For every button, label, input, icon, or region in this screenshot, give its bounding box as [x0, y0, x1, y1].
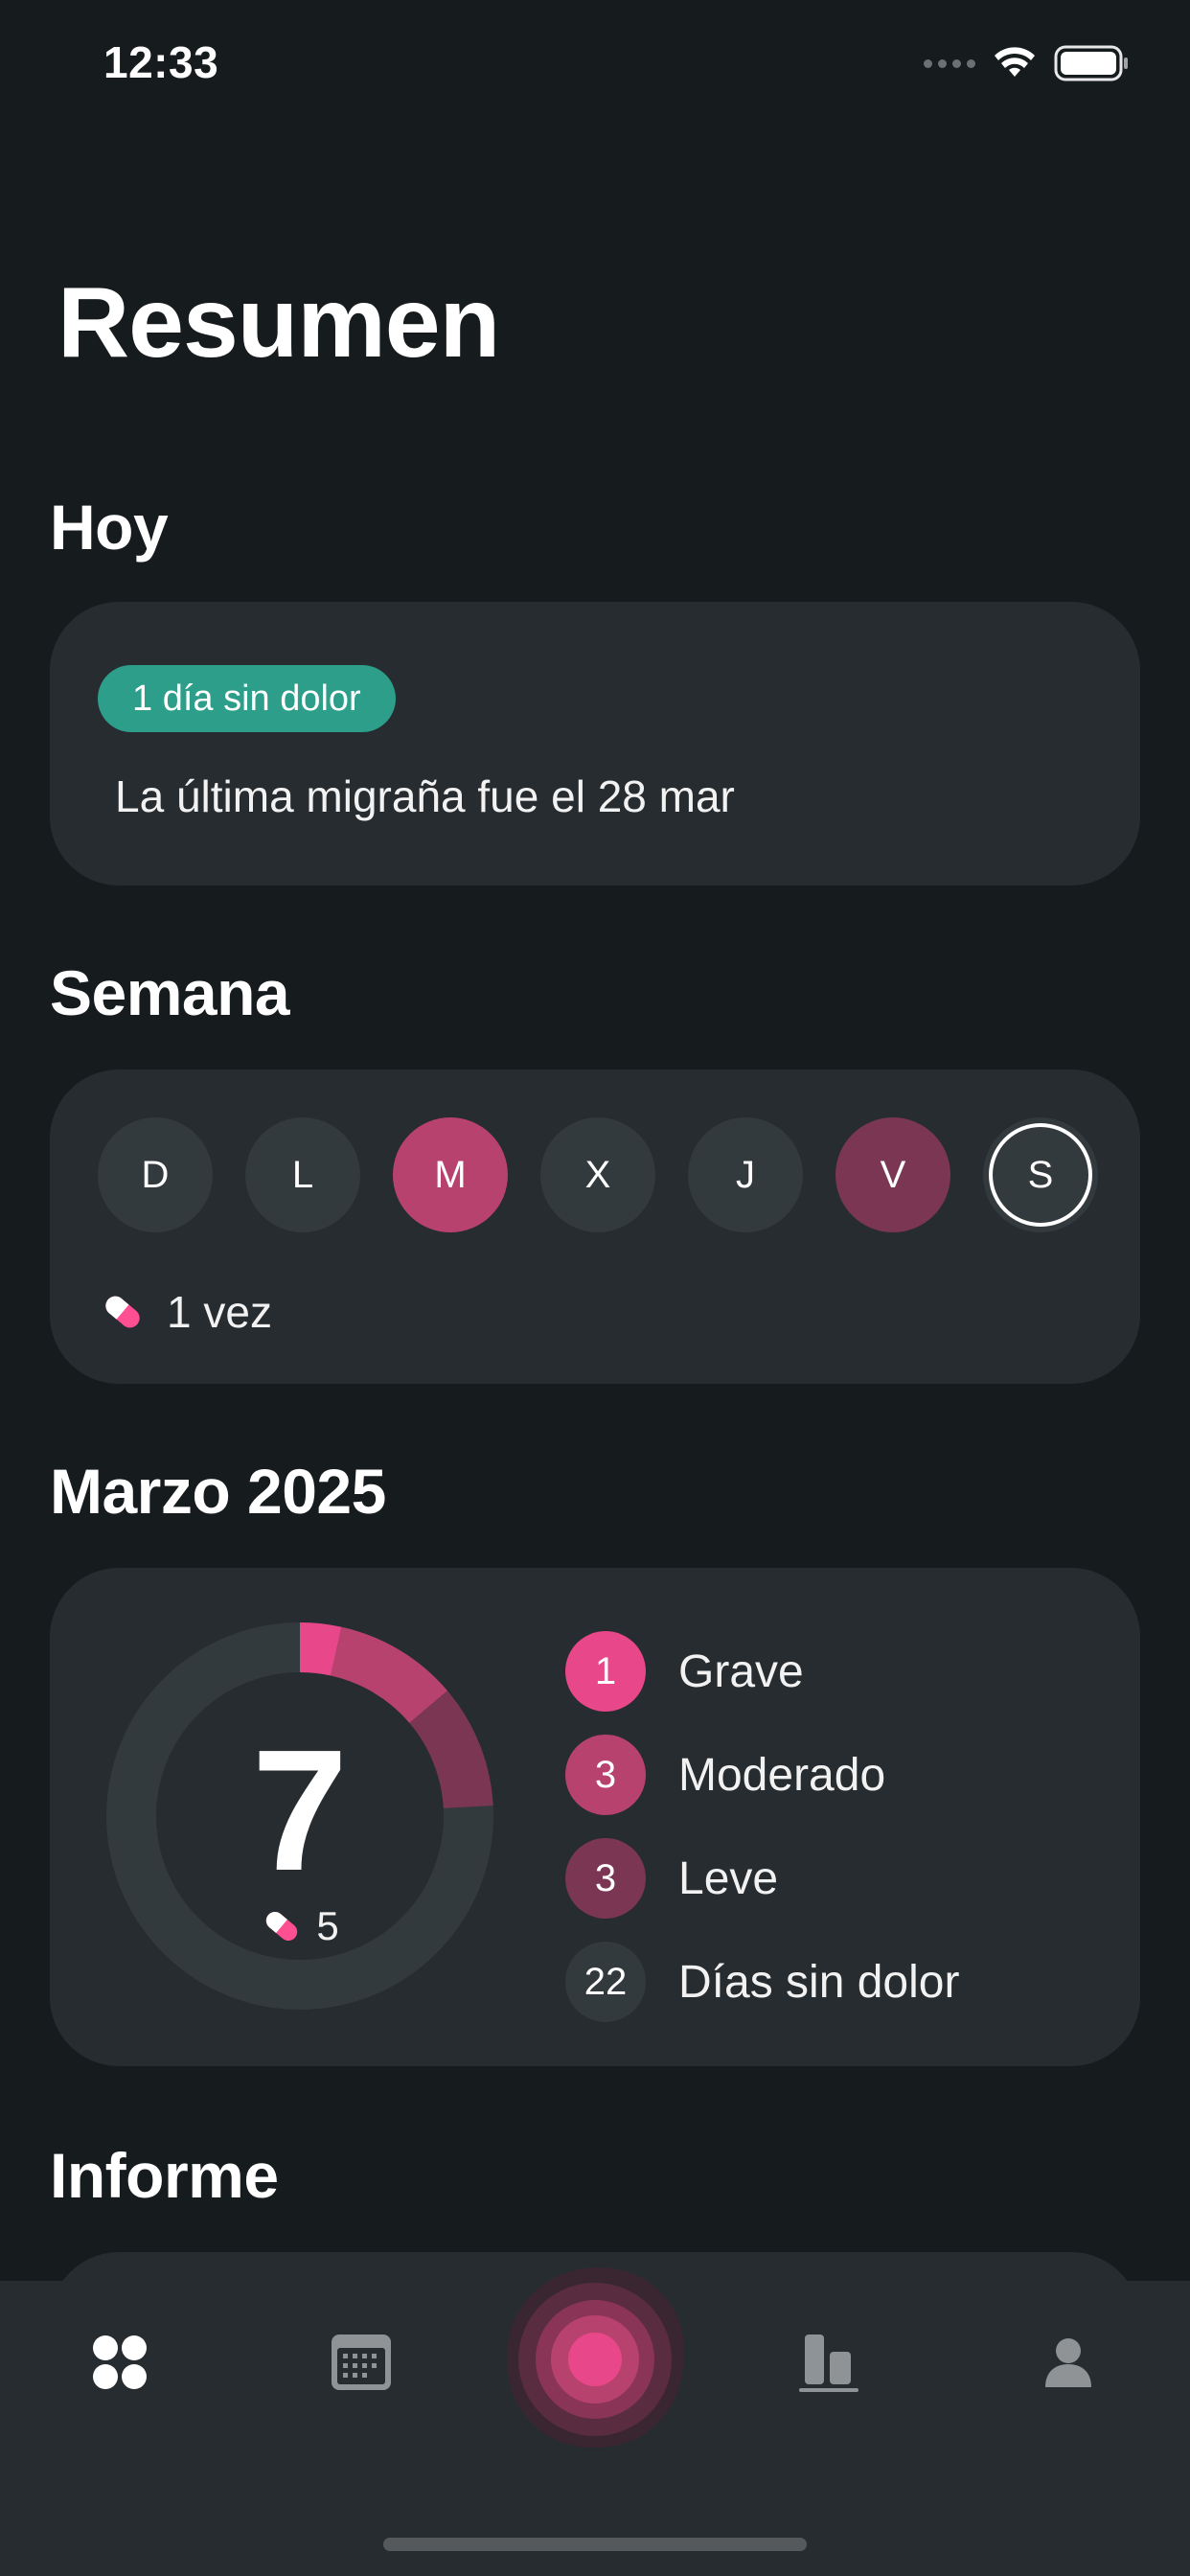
day-sunday[interactable]: D	[98, 1117, 213, 1232]
legend-count-moderate: 3	[565, 1735, 646, 1815]
record-migraine-icon	[506, 2266, 685, 2449]
legend-count-severe: 1	[565, 1631, 646, 1712]
record-migraine-button[interactable]	[499, 2262, 691, 2453]
legend-item-mild: 3 Leve	[565, 1827, 959, 1930]
status-bar: 12:33	[0, 0, 1190, 134]
calendar-icon	[332, 2334, 391, 2390]
month-migraine-total: 7	[251, 1714, 349, 1907]
home-indicator	[383, 2538, 807, 2551]
week-medication-count: 1 vez	[167, 1287, 272, 1337]
week-section-title: Semana	[50, 957, 290, 1028]
day-thursday[interactable]: J	[688, 1117, 803, 1232]
status-time: 12:33	[103, 37, 219, 87]
tab-profile[interactable]	[1016, 2310, 1121, 2415]
dashboard-icon	[93, 2335, 147, 2389]
pill-icon	[266, 1911, 298, 1942]
tab-stats[interactable]	[776, 2310, 881, 2415]
day-monday[interactable]: L	[245, 1117, 360, 1232]
day-wednesday[interactable]: X	[540, 1117, 655, 1232]
page-title: Resumen	[57, 267, 500, 379]
legend-label-severe: Grave	[678, 1645, 804, 1697]
donut-segment-moderate	[330, 1626, 447, 1724]
month-section-title: Marzo 2025	[50, 1456, 386, 1527]
month-donut-chart: 7 5	[103, 1620, 496, 2012]
donut-segment-severe	[299, 1622, 342, 1676]
report-section-title: Informe	[50, 2140, 279, 2211]
day-saturday-today[interactable]: S	[983, 1117, 1098, 1232]
cellular-signal-icon	[924, 58, 975, 68]
profile-icon	[1045, 2338, 1091, 2387]
wifi-icon	[995, 47, 1035, 77]
legend-item-pain-free: 22 Días sin dolor	[565, 1930, 959, 2034]
week-days: D L M X J V S	[98, 1117, 1098, 1232]
legend-label-moderate: Moderado	[678, 1749, 886, 1801]
day-friday[interactable]: V	[835, 1117, 950, 1232]
today-card[interactable]: 1 día sin dolor La última migraña fue el…	[50, 602, 1140, 886]
legend-label-pain-free: Días sin dolor	[678, 1956, 960, 2008]
stats-icon	[799, 2334, 858, 2392]
today-section-title: Hoy	[50, 492, 169, 563]
pain-free-streak-badge: 1 día sin dolor	[98, 665, 396, 732]
week-medication-row: 1 vez	[100, 1286, 272, 1338]
pill-icon	[105, 1296, 140, 1328]
legend-label-mild: Leve	[678, 1852, 779, 1904]
day-tuesday[interactable]: M	[393, 1117, 508, 1232]
battery-icon	[1054, 45, 1128, 81]
legend-count-pain-free: 22	[565, 1942, 646, 2022]
legend-item-severe: 1 Grave	[565, 1620, 959, 1723]
month-legend: 1 Grave 3 Moderado 3 Leve 22 Días sin do…	[565, 1620, 959, 2034]
month-card[interactable]: 7 5 1 Grave 3 Moderado 3 Leve 22 Días si…	[50, 1568, 1140, 2066]
legend-item-moderate: 3 Moderado	[565, 1723, 959, 1827]
month-medication-row: 5	[103, 1903, 496, 1949]
last-migraine-text: La última migraña fue el 28 mar	[115, 771, 735, 821]
tab-dashboard[interactable]	[67, 2310, 172, 2415]
month-medication-count: 5	[316, 1903, 339, 1948]
status-icons	[924, 42, 1131, 84]
legend-count-mild: 3	[565, 1838, 646, 1919]
week-card[interactable]: D L M X J V S 1 vez	[50, 1070, 1140, 1384]
tab-calendar[interactable]	[309, 2310, 414, 2415]
